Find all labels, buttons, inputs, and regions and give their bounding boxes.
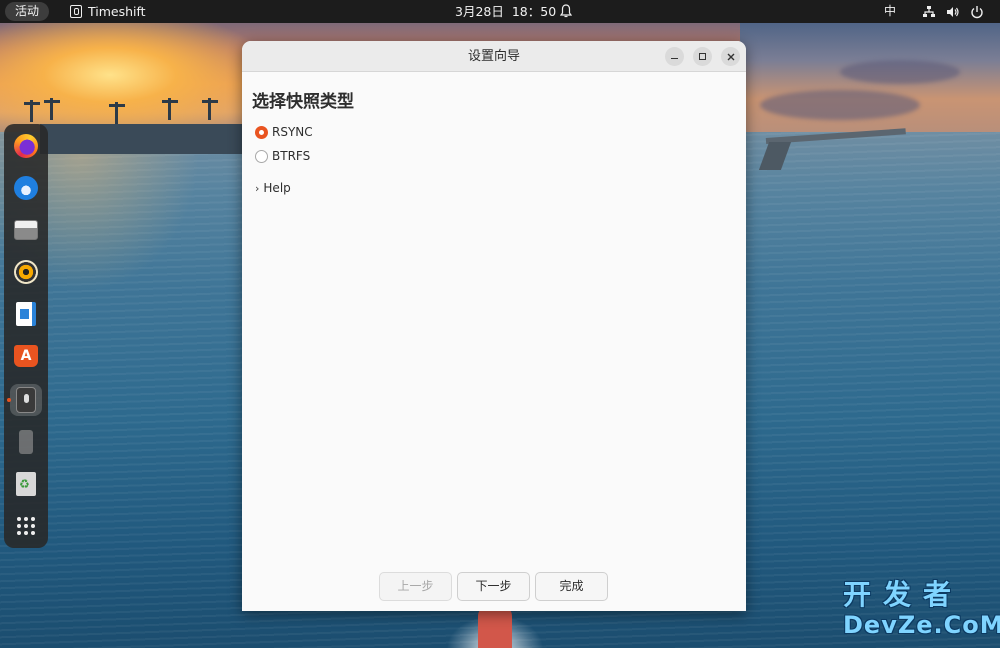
- option-rsync[interactable]: RSYNC: [255, 125, 313, 139]
- next-button[interactable]: 下一步: [457, 572, 530, 601]
- watermark-logo: 开发者 DevZe.CoM: [843, 580, 1000, 640]
- dock-rhythmbox[interactable]: [10, 256, 42, 288]
- dock-app-center[interactable]: A: [10, 340, 42, 372]
- firefox-icon: [14, 134, 38, 158]
- volume-icon: [947, 6, 959, 17]
- rsync-label: RSYNC: [272, 125, 313, 139]
- top-bar: 活动 Timeshift 3月28日 18：50 中: [0, 0, 1000, 23]
- app-center-icon: A: [14, 345, 38, 367]
- close-button[interactable]: [721, 47, 740, 66]
- close-icon: [727, 53, 734, 60]
- input-method-indicator[interactable]: 中: [884, 0, 896, 23]
- rhythmbox-icon: [14, 260, 38, 284]
- timeshift-icon: [70, 5, 82, 18]
- chevron-right-icon: ›: [255, 181, 260, 195]
- wallpaper-crane: [162, 98, 178, 120]
- dock-firefox[interactable]: [10, 130, 42, 162]
- dock-trash[interactable]: [10, 468, 42, 500]
- dock-timeshift[interactable]: [7, 384, 42, 416]
- wallpaper-crane: [202, 98, 218, 120]
- maximize-button[interactable]: [693, 47, 712, 66]
- clock-date: 3月28日: [455, 4, 504, 19]
- rsync-radio[interactable]: [255, 125, 268, 139]
- network-icon: [923, 5, 935, 17]
- dock: A: [4, 124, 48, 548]
- writer-icon: [16, 302, 36, 326]
- show-apps-button[interactable]: [10, 510, 42, 542]
- wallpaper-cloud: [840, 60, 960, 84]
- dock-files[interactable]: [10, 214, 42, 246]
- watermark-line1: 开发者: [843, 578, 964, 611]
- option-btrfs[interactable]: BTRFS: [255, 149, 310, 163]
- help-label: Help: [263, 181, 291, 195]
- btrfs-label: BTRFS: [272, 149, 311, 163]
- previous-button[interactable]: 上一步: [379, 572, 452, 601]
- btrfs-radio[interactable]: [255, 149, 268, 163]
- wallpaper-crane: [24, 100, 40, 122]
- usb-drive-icon: [19, 430, 33, 454]
- dock-thunderbird[interactable]: [10, 172, 42, 204]
- setup-wizard-window: 设置向导 选择快照类型 RSYNC BTRFS › Help 上一步 下一步 完…: [242, 41, 746, 611]
- thunderbird-icon: [14, 176, 38, 200]
- clock-time: 18：50: [511, 4, 557, 19]
- bell-off-icon[interactable]: [560, 4, 572, 18]
- wallpaper-cloud: [760, 90, 920, 120]
- finish-button[interactable]: 完成: [535, 572, 608, 601]
- wallpaper-crane: [109, 102, 125, 124]
- maximize-icon: [699, 53, 706, 60]
- watermark-line2: DevZe.CoM: [843, 611, 1000, 639]
- app-menu-label: Timeshift: [88, 4, 146, 19]
- dock-writer[interactable]: [10, 298, 42, 330]
- timeshift-icon: [16, 387, 36, 413]
- dock-usb-drive[interactable]: [10, 426, 42, 458]
- app-menu[interactable]: Timeshift: [70, 0, 146, 23]
- wallpaper-boat: [478, 606, 512, 648]
- wallpaper-crane: [44, 98, 60, 120]
- wallpaper-shore: [40, 124, 250, 154]
- window-titlebar[interactable]: 设置向导: [242, 41, 746, 72]
- wizard-content: 选择快照类型 RSYNC BTRFS › Help: [242, 73, 746, 611]
- power-icon: [971, 5, 983, 18]
- help-expander[interactable]: › Help: [255, 181, 291, 195]
- app-grid-icon: [17, 517, 35, 535]
- clock-button[interactable]: 3月28日 18：50: [455, 0, 556, 23]
- page-title: 选择快照类型: [252, 92, 354, 112]
- trash-icon: [16, 472, 36, 496]
- minimize-button[interactable]: [665, 47, 684, 66]
- activities-button[interactable]: 活动: [5, 2, 50, 21]
- minimize-icon: [671, 57, 678, 60]
- system-tray[interactable]: [922, 0, 984, 23]
- files-icon: [14, 220, 38, 240]
- running-indicator: [7, 398, 11, 402]
